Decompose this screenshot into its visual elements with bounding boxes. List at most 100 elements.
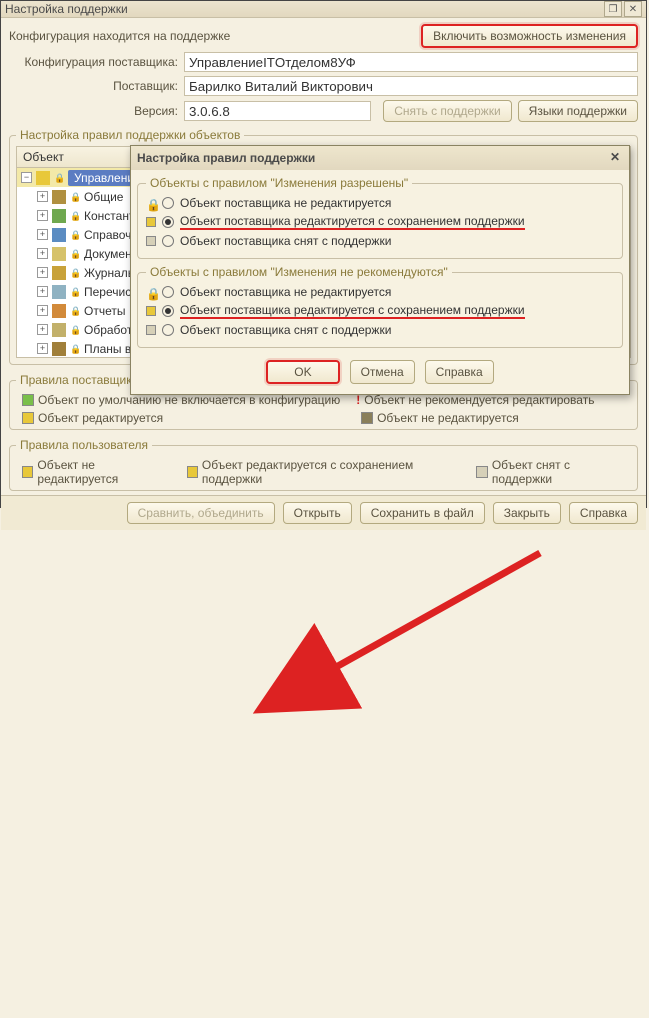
not-recommended-legend: Объекты с правилом "Изменения не рекомен… <box>146 265 452 279</box>
user-rule-1: Объект редактируется с сохранением подде… <box>202 458 461 486</box>
cube-yellow-icon <box>36 171 50 185</box>
vendor-label: Поставщик: <box>9 79 184 93</box>
dialog-help-button[interactable]: Справка <box>425 360 494 384</box>
expand-icon[interactable]: + <box>37 267 48 278</box>
report-icon <box>52 304 66 318</box>
support-rules-dialog: Настройка правил поддержки ✕ Объекты с п… <box>130 145 630 395</box>
close-button[interactable]: Закрыть <box>493 502 561 524</box>
cube-silver-icon <box>476 466 487 478</box>
expand-icon[interactable]: + <box>37 191 48 202</box>
allowed-changes-legend: Объекты с правилом "Изменения разрешены" <box>146 176 412 190</box>
dialog-close-icon[interactable]: ✕ <box>607 150 623 166</box>
cube-green-icon <box>22 394 34 406</box>
lock-icon: 🔒 <box>70 192 80 202</box>
user-rules-legend: Правила пользователя <box>16 438 152 452</box>
expand-icon[interactable]: + <box>37 248 48 259</box>
cube-yellow-icon <box>146 217 156 227</box>
radio-icon[interactable] <box>162 324 174 336</box>
lock-icon: 🔒 <box>70 211 80 221</box>
lock-icon: 🔒 <box>70 249 80 259</box>
g1-opt2-label: Объект поставщика редактируется с сохран… <box>180 214 525 230</box>
annotation-arrow <box>0 508 649 1018</box>
red-x-icon: ! <box>356 393 360 407</box>
tree-row-label: Отчеты <box>84 304 125 318</box>
vendor-rule-1: Объект не рекомендуется редактировать <box>364 393 594 407</box>
vendor-field[interactable] <box>184 76 638 96</box>
cube-silver-icon <box>146 325 156 335</box>
lock-icon: 🔒 <box>146 287 156 297</box>
version-field[interactable] <box>184 101 371 121</box>
expand-icon[interactable]: + <box>37 343 48 354</box>
g2-opt3[interactable]: Объект поставщика снят с поддержки <box>146 321 614 339</box>
expand-icon[interactable]: + <box>37 324 48 335</box>
remove-support-button[interactable]: Снять с поддержки <box>383 100 511 122</box>
bottom-bar: Сравнить, объединить Открыть Сохранить в… <box>1 495 646 530</box>
help-button[interactable]: Справка <box>569 502 638 524</box>
gear-icon <box>52 190 66 204</box>
vendor-rule-2: Объект редактируется <box>38 411 163 425</box>
expand-icon[interactable]: + <box>37 210 48 221</box>
lock-icon: 🔒 <box>70 268 80 278</box>
user-rule-0: Объект не редактируется <box>37 458 170 486</box>
vendor-config-field[interactable] <box>184 52 638 72</box>
enable-editing-button[interactable]: Включить возможность изменения <box>421 24 638 48</box>
radio-icon[interactable] <box>162 197 174 209</box>
plan-icon <box>52 342 66 356</box>
lock-icon: 🔒 <box>146 198 156 208</box>
dialog-ok-button[interactable]: OK <box>266 360 339 384</box>
cube-yellow-icon <box>146 306 156 316</box>
not-recommended-group: Объекты с правилом "Изменения не рекомен… <box>137 265 623 348</box>
list-icon <box>52 285 66 299</box>
vendor-config-label: Конфигурация поставщика: <box>9 55 184 69</box>
cube-dark-icon <box>361 412 373 424</box>
support-status-text: Конфигурация находится на поддержке <box>9 29 230 43</box>
process-icon <box>52 323 66 337</box>
version-label: Версия: <box>9 104 184 118</box>
save-to-file-button[interactable]: Сохранить в файл <box>360 502 485 524</box>
g2-opt2[interactable]: Объект поставщика редактируется с сохран… <box>146 301 614 321</box>
expand-icon[interactable]: − <box>21 172 32 183</box>
expand-icon[interactable]: + <box>37 305 48 316</box>
dialog-cancel-button[interactable]: Отмена <box>350 360 415 384</box>
cube-yellow-icon <box>187 466 198 478</box>
grid-blue-icon <box>52 228 66 242</box>
vendor-rule-3: Объект не редактируется <box>377 411 519 425</box>
titlebar: Настройка поддержки ❐ ✕ <box>1 1 646 18</box>
g2-opt1[interactable]: 🔒 Объект поставщика не редактируется <box>146 283 614 301</box>
lock-icon: 🔒 <box>70 230 80 240</box>
g1-opt1-label: Объект поставщика не редактируется <box>180 196 391 210</box>
allowed-changes-group: Объекты с правилом "Изменения разрешены"… <box>137 176 623 259</box>
doc-icon <box>52 247 66 261</box>
g1-opt3[interactable]: Объект поставщика снят с поддержки <box>146 232 614 250</box>
rules-group-legend: Настройка правил поддержки объектов <box>16 128 244 142</box>
vendor-rule-0: Объект по умолчанию не включается в конф… <box>38 393 340 407</box>
open-button[interactable]: Открыть <box>283 502 352 524</box>
window-restore-icon[interactable]: ❐ <box>604 1 622 17</box>
cube-yellow-icon <box>22 466 33 478</box>
user-rule-2: Объект снят с поддержки <box>492 458 625 486</box>
radio-icon[interactable] <box>162 235 174 247</box>
expand-icon[interactable]: + <box>37 286 48 297</box>
g1-opt2[interactable]: Объект поставщика редактируется с сохран… <box>146 212 614 232</box>
radio-icon[interactable] <box>162 305 174 317</box>
cube-yellow-icon <box>22 412 34 424</box>
g2-opt2-label: Объект поставщика редактируется с сохран… <box>180 303 525 319</box>
radio-icon[interactable] <box>162 216 174 228</box>
tree-row-label: Общие <box>84 190 123 204</box>
lock-icon: 🔒 <box>54 173 64 183</box>
vendor-rules-legend: Правила поставщика <box>16 373 142 387</box>
support-languages-button[interactable]: Языки поддержки <box>518 100 638 122</box>
grid-green-icon <box>52 209 66 223</box>
user-rules-group: Правила пользователя Объект не редактиру… <box>9 438 638 491</box>
lock-icon: 🔒 <box>70 344 80 354</box>
compare-merge-button[interactable]: Сравнить, объединить <box>127 502 275 524</box>
window-close-icon[interactable]: ✕ <box>624 1 642 17</box>
window-title: Настройка поддержки <box>5 2 602 16</box>
lock-icon: 🔒 <box>70 287 80 297</box>
cube-silver-icon <box>146 236 156 246</box>
radio-icon[interactable] <box>162 286 174 298</box>
g1-opt1[interactable]: 🔒 Объект поставщика не редактируется <box>146 194 614 212</box>
expand-icon[interactable]: + <box>37 229 48 240</box>
g2-opt3-label: Объект поставщика снят с поддержки <box>180 323 391 337</box>
lock-icon: 🔒 <box>70 325 80 335</box>
